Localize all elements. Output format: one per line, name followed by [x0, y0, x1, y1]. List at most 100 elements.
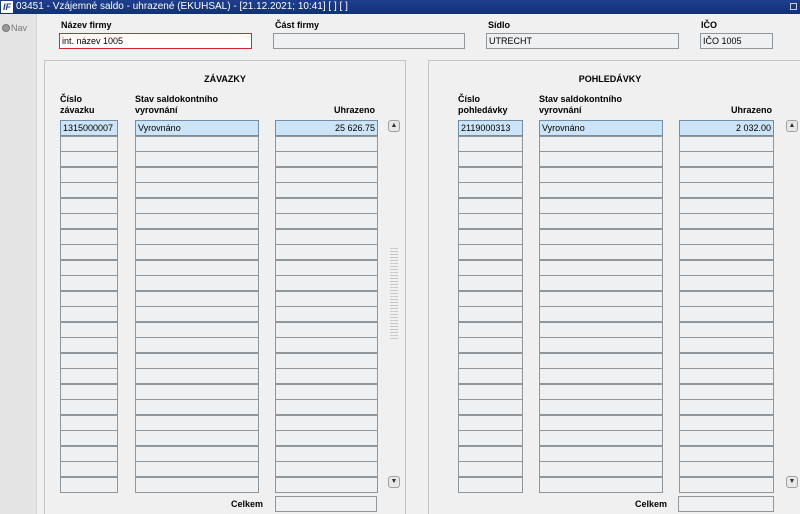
- table-row[interactable]: [458, 151, 774, 167]
- receivable-number-cell[interactable]: [458, 135, 523, 152]
- liability-status-cell[interactable]: [135, 182, 259, 198]
- liability-number-cell[interactable]: 1315000007: [60, 120, 118, 136]
- receivable-status-cell[interactable]: [539, 476, 663, 493]
- liability-status-cell[interactable]: [135, 166, 259, 183]
- liability-paid-cell[interactable]: [275, 399, 378, 415]
- receivable-paid-cell[interactable]: [679, 368, 774, 384]
- liability-status-cell[interactable]: [135, 197, 259, 214]
- liability-number-cell[interactable]: [60, 166, 118, 183]
- liability-number-cell[interactable]: [60, 213, 118, 229]
- liability-number-cell[interactable]: [60, 135, 118, 152]
- receivable-paid-cell[interactable]: [679, 228, 774, 245]
- table-row[interactable]: [60, 182, 378, 198]
- table-row[interactable]: [60, 352, 378, 369]
- receivable-number-cell[interactable]: [458, 306, 523, 322]
- receivable-paid-cell[interactable]: [679, 259, 774, 276]
- receivable-status-cell[interactable]: [539, 306, 663, 322]
- receivable-number-cell[interactable]: [458, 337, 523, 353]
- table-row[interactable]: [458, 182, 774, 198]
- liability-number-cell[interactable]: [60, 197, 118, 214]
- table-row[interactable]: [60, 383, 378, 400]
- receivable-paid-cell[interactable]: [679, 383, 774, 400]
- table-row[interactable]: [458, 445, 774, 462]
- liability-status-cell[interactable]: [135, 213, 259, 229]
- table-row[interactable]: [458, 414, 774, 431]
- company-name-field[interactable]: int. název 1005: [59, 33, 252, 49]
- receivable-status-cell[interactable]: [539, 321, 663, 338]
- liability-number-cell[interactable]: [60, 476, 118, 493]
- liability-paid-cell[interactable]: [275, 135, 378, 152]
- receivable-number-cell[interactable]: [458, 445, 523, 462]
- liability-paid-cell[interactable]: [275, 337, 378, 353]
- receivable-number-cell[interactable]: [458, 197, 523, 214]
- receivable-status-cell[interactable]: [539, 368, 663, 384]
- receivable-number-cell[interactable]: [458, 383, 523, 400]
- liability-status-cell[interactable]: [135, 368, 259, 384]
- receivable-status-cell[interactable]: [539, 213, 663, 229]
- table-row[interactable]: [60, 445, 378, 462]
- table-row[interactable]: [458, 197, 774, 214]
- liability-status-cell[interactable]: [135, 321, 259, 338]
- receivable-number-cell[interactable]: [458, 414, 523, 431]
- table-row[interactable]: [458, 275, 774, 291]
- table-row[interactable]: [60, 399, 378, 415]
- liability-status-cell[interactable]: [135, 135, 259, 152]
- liability-number-cell[interactable]: [60, 383, 118, 400]
- receivable-number-cell[interactable]: [458, 182, 523, 198]
- liability-paid-cell[interactable]: [275, 290, 378, 307]
- receivable-number-cell[interactable]: [458, 430, 523, 446]
- receivable-number-cell[interactable]: [458, 290, 523, 307]
- liabilities-scrollbar[interactable]: ▲ ▼: [388, 120, 400, 492]
- table-row[interactable]: [60, 166, 378, 183]
- table-row[interactable]: [60, 306, 378, 322]
- liability-number-cell[interactable]: [60, 352, 118, 369]
- liability-paid-cell[interactable]: [275, 259, 378, 276]
- receivable-paid-cell[interactable]: [679, 151, 774, 167]
- receivable-paid-cell[interactable]: [679, 352, 774, 369]
- liability-status-cell[interactable]: [135, 445, 259, 462]
- receivable-number-cell[interactable]: 2119000313: [458, 120, 523, 136]
- table-row[interactable]: [60, 430, 378, 446]
- table-row[interactable]: [60, 228, 378, 245]
- liability-number-cell[interactable]: [60, 275, 118, 291]
- receivable-number-cell[interactable]: [458, 228, 523, 245]
- liability-status-cell[interactable]: [135, 275, 259, 291]
- receivable-status-cell[interactable]: Vyrovnáno: [539, 120, 663, 136]
- receivables-scrollbar[interactable]: ▲ ▼: [786, 120, 798, 492]
- table-row[interactable]: [60, 259, 378, 276]
- receivable-paid-cell[interactable]: [679, 135, 774, 152]
- arrow-up-icon[interactable]: ▲: [388, 120, 400, 132]
- receivable-number-cell[interactable]: [458, 166, 523, 183]
- liability-status-cell[interactable]: [135, 399, 259, 415]
- receivable-number-cell[interactable]: [458, 399, 523, 415]
- receivable-paid-cell[interactable]: [679, 445, 774, 462]
- receivable-paid-cell[interactable]: [679, 306, 774, 322]
- liability-status-cell[interactable]: [135, 430, 259, 446]
- receivable-status-cell[interactable]: [539, 430, 663, 446]
- table-row[interactable]: [458, 321, 774, 338]
- receivable-paid-cell[interactable]: [679, 166, 774, 183]
- liability-paid-cell[interactable]: [275, 166, 378, 183]
- receivable-status-cell[interactable]: [539, 352, 663, 369]
- liability-status-cell[interactable]: [135, 476, 259, 493]
- liability-paid-cell[interactable]: [275, 430, 378, 446]
- table-row[interactable]: [458, 213, 774, 229]
- arrow-up-icon[interactable]: ▲: [786, 120, 798, 132]
- receivable-paid-cell[interactable]: [679, 337, 774, 353]
- arrow-down-icon[interactable]: ▼: [786, 476, 798, 488]
- table-row[interactable]: [458, 476, 774, 493]
- table-row[interactable]: [458, 337, 774, 353]
- receivable-number-cell[interactable]: [458, 352, 523, 369]
- liability-paid-cell[interactable]: [275, 383, 378, 400]
- liability-number-cell[interactable]: [60, 461, 118, 477]
- liability-paid-cell[interactable]: [275, 182, 378, 198]
- scrollbar-grip[interactable]: [390, 248, 398, 340]
- receivable-paid-cell[interactable]: [679, 290, 774, 307]
- liability-number-cell[interactable]: [60, 151, 118, 167]
- liability-status-cell[interactable]: [135, 290, 259, 307]
- table-row[interactable]: [458, 290, 774, 307]
- table-row[interactable]: [458, 430, 774, 446]
- table-row[interactable]: [458, 352, 774, 369]
- table-row[interactable]: [458, 259, 774, 276]
- receivable-paid-cell[interactable]: [679, 182, 774, 198]
